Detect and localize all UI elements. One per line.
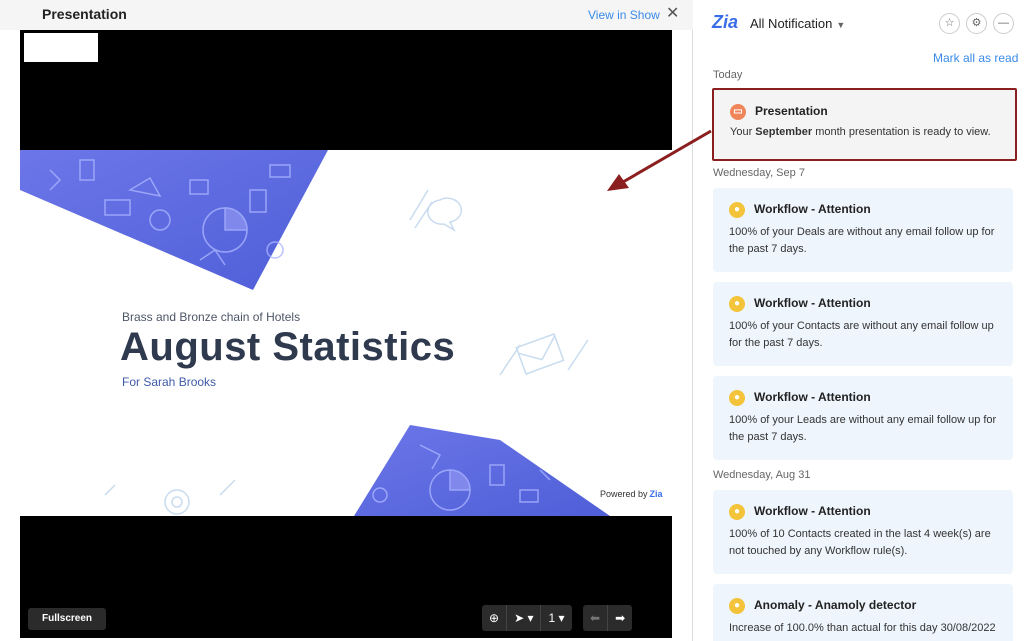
gear-icon[interactable]: ⚙ [966, 13, 987, 34]
card-title: Workflow - Attention [754, 202, 871, 216]
next-slide-icon[interactable]: ➡ [607, 605, 632, 631]
card-body: Your September month presentation is rea… [730, 124, 1002, 141]
notification-card-workflow[interactable]: ● Workflow - Attention 100% of your Deal… [713, 188, 1013, 272]
notification-card-anomaly[interactable]: ● Anomaly - Anamoly detector Increase of… [713, 584, 1013, 641]
notification-card-workflow[interactable]: ● Workflow - Attention 100% of your Cont… [713, 282, 1013, 366]
view-in-show-link[interactable]: View in Show [588, 8, 660, 22]
presentation-header: Presentation View in Show ✕ [0, 0, 693, 30]
card-body-post: month presentation is ready to view. [812, 126, 991, 138]
slide-subtitle: Brass and Bronze chain of Hotels [122, 310, 301, 324]
group-label-aug31: Wednesday, Aug 31 [713, 469, 811, 481]
bulb-icon: ● [729, 598, 745, 614]
zoom-in-icon[interactable]: ⊕ [482, 611, 506, 625]
card-title: Presentation [755, 104, 828, 118]
star-icon[interactable]: ☆ [939, 13, 960, 34]
bulb-icon: ● [729, 390, 745, 406]
presentation-icon: ▭ [730, 104, 746, 120]
card-title: Anomaly - Anamoly detector [754, 598, 917, 612]
mark-all-read-link[interactable]: Mark all as read [933, 51, 1018, 65]
chevron-down-icon: ▼ [836, 20, 846, 30]
group-label-today: Today [713, 69, 743, 81]
presentation-panel: Presentation View in Show ✕ Brass and Br… [0, 0, 693, 641]
notification-card-workflow[interactable]: ● Workflow - Attention 100% of 10 Contac… [713, 490, 1013, 574]
card-title: Workflow - Attention [754, 296, 871, 310]
card-body: 100% of your Leads are without any email… [729, 414, 997, 443]
card-body-pre: Your [730, 126, 756, 138]
card-title: Workflow - Attention [754, 504, 871, 518]
card-body-bold: September [755, 126, 813, 138]
page-number: 1 [548, 611, 556, 625]
card-body: 100% of your Deals are without any email… [729, 226, 995, 255]
page-selector[interactable]: 1 ▾ [540, 605, 571, 631]
notification-filter-dropdown[interactable]: All Notification ▼ [750, 16, 845, 31]
viewer-controls: ⊕ ➤ ▾ 1 ▾ [482, 605, 572, 631]
slide: Brass and Bronze chain of Hotels August … [20, 150, 672, 516]
card-body: Increase of 100.0% than actual for this … [729, 622, 996, 634]
card-title: Workflow - Attention [754, 390, 871, 404]
pointer-icon[interactable]: ➤ ▾ [506, 605, 540, 631]
notification-card-presentation[interactable]: ▭ Presentation Your September month pres… [712, 88, 1017, 161]
powered-by-label: Powered by [600, 489, 648, 499]
slide-title: August Statistics [120, 325, 456, 369]
bulb-icon: ● [729, 202, 745, 218]
card-body: 100% of your Contacts are without any em… [729, 320, 994, 349]
panel-title: Presentation [42, 6, 127, 22]
bulb-icon: ● [729, 296, 745, 312]
prev-slide-icon[interactable]: ⬅ [583, 611, 607, 625]
fullscreen-button[interactable]: Fullscreen [28, 608, 106, 630]
slide-for-line: For Sarah Brooks [122, 375, 217, 389]
close-icon[interactable]: ✕ [666, 5, 679, 23]
group-label-sep7: Wednesday, Sep 7 [713, 167, 805, 179]
zia-logo-icon: Zia [712, 12, 739, 32]
nav-controls: ⬅ ➡ [583, 605, 633, 631]
slide-viewer: Brass and Bronze chain of Hotels August … [20, 30, 672, 638]
card-body: 100% of 10 Contacts created in the last … [729, 528, 991, 557]
redacted-block [24, 33, 98, 62]
zia-logo-icon: Zia [649, 489, 663, 499]
notification-title: All Notification [750, 16, 833, 31]
bulb-icon: ● [729, 504, 745, 520]
notification-panel: Zia All Notification ▼ ☆ ⚙ — Mark all as … [694, 0, 1024, 641]
minimize-icon[interactable]: — [993, 13, 1014, 34]
notification-card-workflow[interactable]: ● Workflow - Attention 100% of your Lead… [713, 376, 1013, 460]
powered-by: Powered by Zia [600, 489, 663, 499]
